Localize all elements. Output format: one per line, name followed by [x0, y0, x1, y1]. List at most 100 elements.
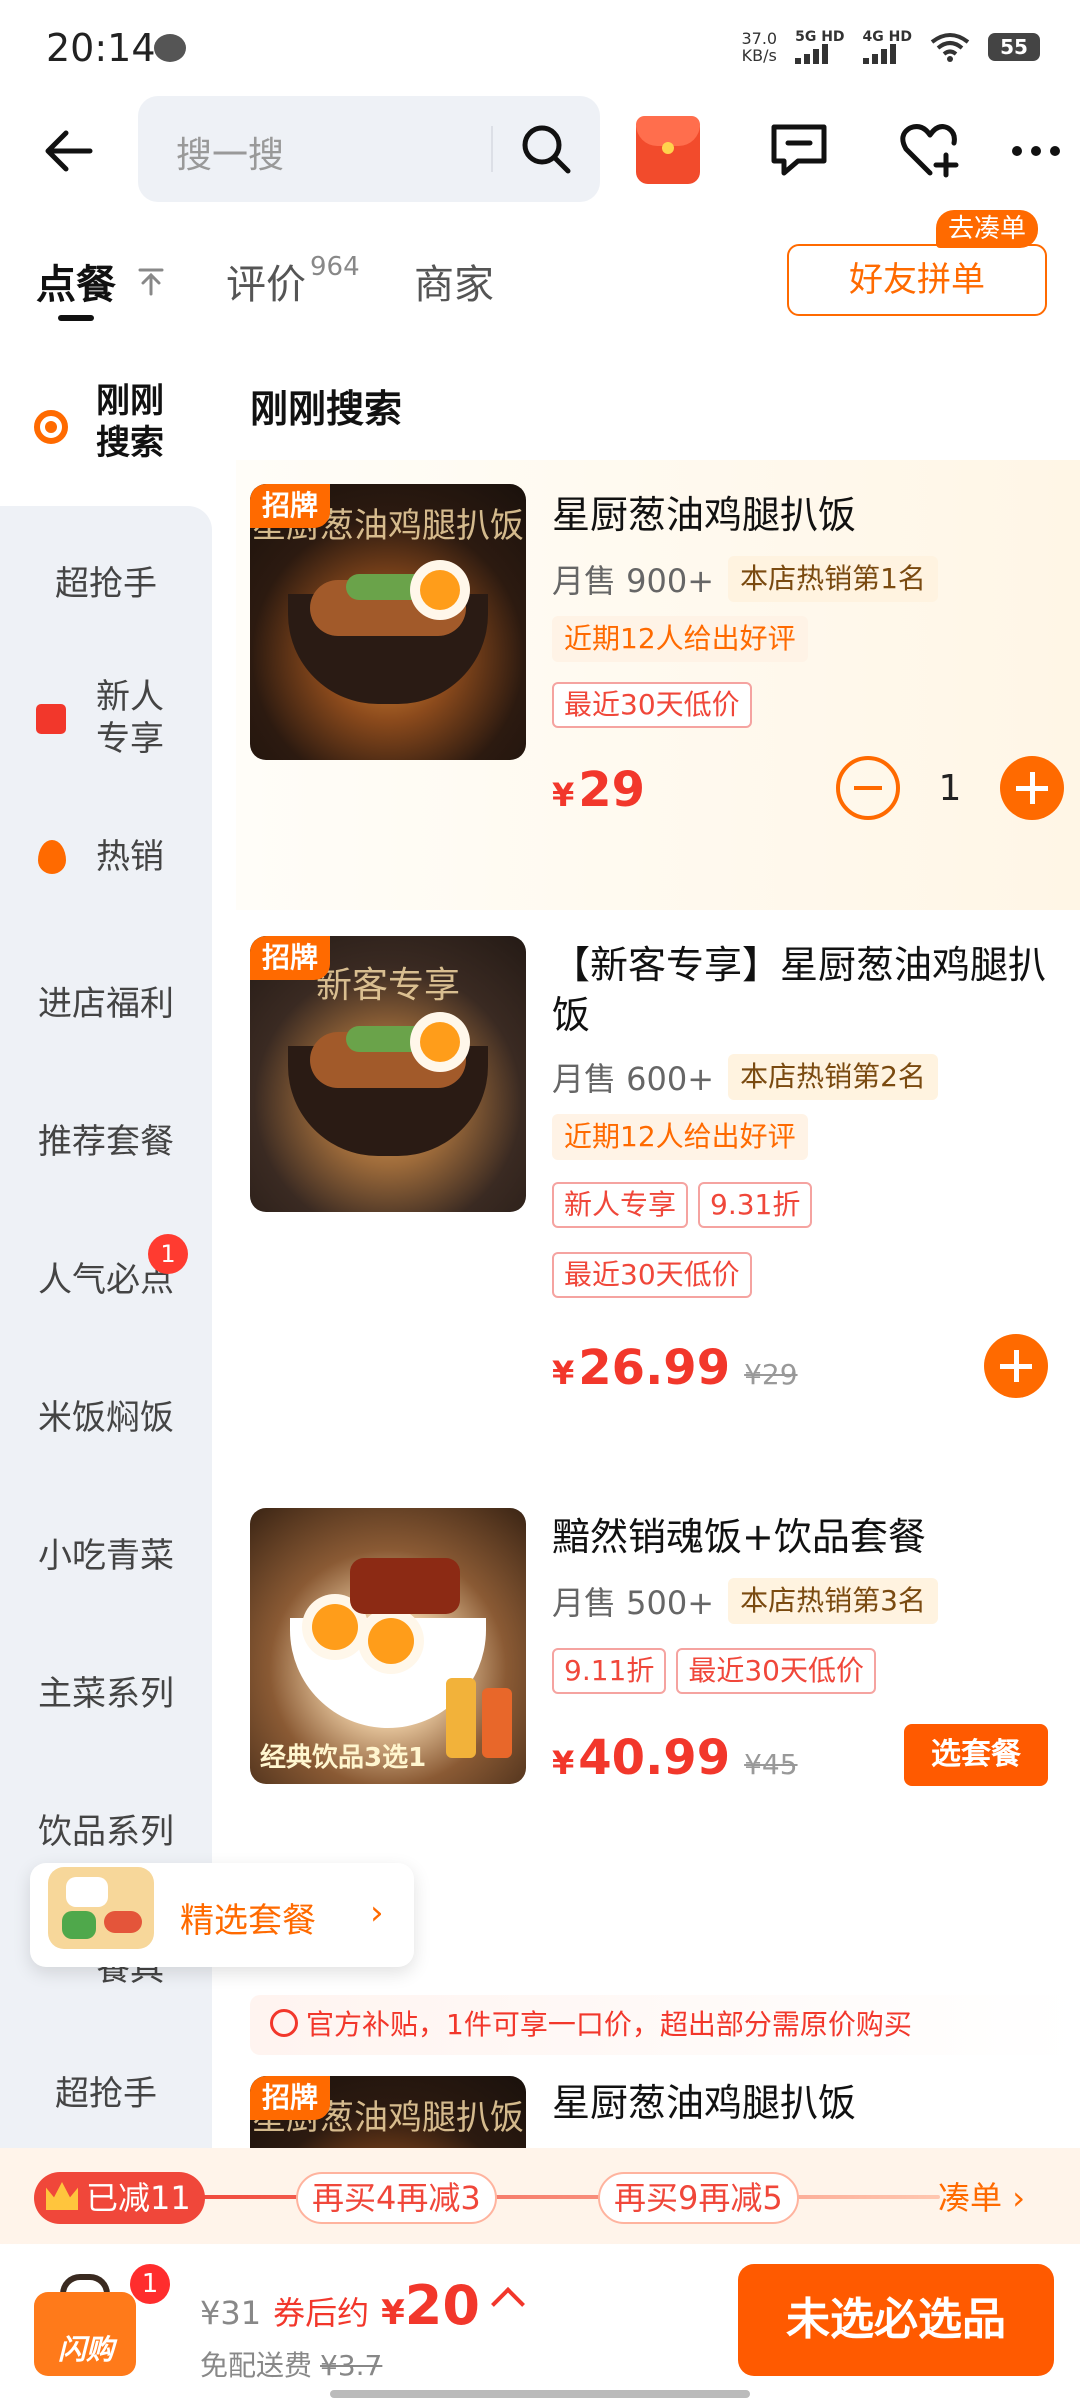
- combine-order-link[interactable]: 凑单 ›: [938, 2172, 1025, 2224]
- product-tags: 最近30天低价: [552, 682, 752, 728]
- product-price: ¥40.99 ¥45: [552, 1730, 798, 1786]
- product-card[interactable]: 经典饮品3选1 黯然销魂饭+饮品套餐 月售 500+ 本店热销第3名 9.11折…: [236, 1482, 1080, 1812]
- bento-box-icon: [42, 1845, 160, 1963]
- discount-tag: 9.31折: [698, 1182, 813, 1228]
- promo-progress-bar: 已减11 再买4再减3 再买9再减5 凑单 ›: [0, 2148, 1080, 2244]
- featured-set-card[interactable]: 精选套餐 ›: [30, 1863, 414, 1967]
- product-image[interactable]: 经典饮品3选1: [250, 1508, 526, 1784]
- rank-tag: 本店热销第3名: [728, 1578, 938, 1624]
- promo-progress-line: [180, 2195, 940, 2199]
- promo-step-1: 再买4再减3: [296, 2172, 497, 2224]
- sidebar-item-new-user[interactable]: 新人 专享: [0, 676, 212, 760]
- reduced-badge: 已减11: [34, 2172, 205, 2224]
- cart-total[interactable]: ¥31 券后约 ¥20: [200, 2274, 525, 2337]
- section-title: 刚刚搜索: [250, 387, 403, 431]
- product-card[interactable]: 星厨葱油鸡腿扒饭 招牌 星厨葱油鸡腿扒饭 月售 900+ 本店热销第1名 近期1…: [236, 460, 1080, 910]
- sidebar-item-hot-grab[interactable]: 超抢手: [0, 556, 212, 605]
- red-packet-icon[interactable]: [636, 116, 700, 184]
- product-name: 星厨葱油鸡腿扒饭: [552, 2081, 857, 2125]
- chat-icon[interactable]: [768, 121, 830, 179]
- sidebar-item-rice[interactable]: 米饭焖饭: [0, 1390, 212, 1439]
- product-price: ¥26.99 ¥29: [552, 1340, 798, 1396]
- sidebar-item-hot-sales[interactable]: 热销: [0, 836, 212, 878]
- product-image[interactable]: 星厨葱油鸡腿扒饭 招牌: [250, 2076, 526, 2148]
- checkout-button[interactable]: 未选必选品: [738, 2264, 1054, 2376]
- wifi-icon: [930, 33, 970, 62]
- tab-active-indicator: [58, 315, 94, 321]
- store-tabs: 点餐 评价 964 商家 好友拼单 去凑单: [0, 210, 1080, 340]
- sidebar-item-main-dish[interactable]: 主菜系列: [0, 1666, 212, 1715]
- promo-step-2: 再买9再减5: [598, 2172, 799, 2224]
- increase-button[interactable]: [1000, 756, 1064, 820]
- sidebar-item-recent-search[interactable]: 刚刚 搜索: [0, 360, 212, 500]
- favorite-add-icon[interactable]: [898, 121, 962, 179]
- tab-order[interactable]: 点餐: [36, 252, 116, 310]
- fire-icon: [38, 840, 66, 874]
- add-to-cart-button[interactable]: [984, 1334, 1048, 1398]
- search-placeholder: 搜一搜: [176, 135, 285, 176]
- subsidy-notice: 官方补贴，1件可享一口价，超出部分需原价购买: [250, 1995, 1080, 2055]
- cart-count-badge: 1: [130, 2264, 170, 2304]
- chevron-up-icon[interactable]: [490, 2287, 525, 2321]
- review-count: 964: [310, 252, 360, 282]
- original-price: ¥29: [744, 1358, 798, 1391]
- product-sales-row: 月售 600+ 本店热销第2名: [552, 1054, 938, 1100]
- quantity-stepper: [984, 1334, 1048, 1398]
- image-caption: 经典饮品3选1: [260, 1743, 427, 1773]
- shopping-bag-icon[interactable]: 闪购: [34, 2272, 142, 2378]
- sidebar-count-badge: 1: [148, 1234, 188, 1274]
- original-price: ¥45: [744, 1748, 798, 1781]
- signature-badge: 招牌: [250, 2076, 331, 2120]
- search-icon[interactable]: [518, 121, 574, 177]
- message-notification-icon: [154, 34, 186, 62]
- discount-tag: 9.11折: [552, 1648, 667, 1694]
- signature-badge: 招牌: [250, 484, 331, 528]
- back-arrow-icon[interactable]: [40, 121, 100, 181]
- status-bar: 20:14 37.0 KB/s 5G HD 4G HD 55: [0, 0, 1080, 96]
- battery-icon: 55: [988, 33, 1040, 61]
- monthly-sales: 月售 600+: [552, 1060, 715, 1098]
- home-indicator[interactable]: [330, 2390, 750, 2398]
- product-tags: 9.11折 最近30天低价: [552, 1648, 876, 1694]
- check-circle-icon: [270, 2009, 298, 2037]
- more-icon[interactable]: [1010, 144, 1062, 158]
- sidebar-item-hot-grab-2[interactable]: 超抢手: [0, 2066, 212, 2115]
- featured-set-label: 精选套餐: [180, 1901, 316, 1941]
- sidebar-item-store-welfare[interactable]: 进店福利: [0, 976, 212, 1025]
- product-name: 星厨葱油鸡腿扒饭: [552, 493, 857, 537]
- status-time: 20:14: [46, 26, 156, 70]
- choose-set-button[interactable]: 选套餐: [904, 1724, 1048, 1786]
- product-tags: 新人专享 9.31折: [552, 1182, 813, 1228]
- search-box[interactable]: 搜一搜: [138, 96, 600, 202]
- product-image[interactable]: 星厨葱油鸡腿扒饭 招牌: [250, 484, 526, 760]
- group-order-button[interactable]: 好友拼单: [787, 244, 1047, 316]
- quantity-stepper: 1: [836, 756, 1064, 820]
- after-coupon-label: 券后约: [273, 2294, 370, 2332]
- tab-merchant[interactable]: 商家: [414, 252, 494, 310]
- sidebar-item-recommended-set[interactable]: 推荐套餐: [0, 1114, 212, 1163]
- review-tag: 近期12人给出好评: [552, 616, 808, 662]
- monthly-sales: 月售 500+: [552, 1584, 715, 1622]
- group-order-tag[interactable]: 去凑单: [936, 210, 1039, 248]
- product-image[interactable]: 新客专享 招牌: [250, 936, 526, 1212]
- net-speed: 37.0 KB/s: [741, 29, 778, 65]
- low-price-tag: 最近30天低价: [676, 1648, 876, 1694]
- low-price-tag: 最近30天低价: [552, 682, 752, 728]
- tab-reviews[interactable]: 评价 964: [226, 252, 360, 310]
- product-card[interactable]: 新客专享 招牌 【新客专享】星厨葱油鸡腿扒饭 月售 600+ 本店热销第2名 近…: [236, 910, 1080, 1470]
- sidebar-item-popular[interactable]: 人气必点 1: [0, 1234, 212, 1301]
- rank-tag: 本店热销第1名: [728, 556, 938, 602]
- product-card[interactable]: 星厨葱油鸡腿扒饭 招牌 星厨葱油鸡腿扒饭: [236, 2056, 1080, 2148]
- product-tags: 最近30天低价: [552, 1252, 752, 1298]
- sim2-signal-icon: 4G HD: [862, 30, 912, 64]
- crown-icon: [46, 2182, 78, 2210]
- cart-bar: 闪购 1 ¥31 券后约 ¥20 免配送费 ¥3.7 未选必选品: [0, 2244, 1080, 2400]
- product-sales-row: 月售 900+ 本店热销第1名: [552, 556, 938, 602]
- sim1-signal-icon: 5G HD: [795, 30, 845, 64]
- original-delivery-fee: ¥3.7: [320, 2349, 383, 2382]
- pin-top-icon[interactable]: [136, 266, 166, 298]
- product-price: ¥29: [552, 762, 646, 818]
- product-name: 【新客专享】星厨葱油鸡腿扒饭: [552, 943, 1047, 1037]
- sidebar-item-snacks[interactable]: 小吃青菜: [0, 1528, 212, 1577]
- decrease-button[interactable]: [836, 756, 900, 820]
